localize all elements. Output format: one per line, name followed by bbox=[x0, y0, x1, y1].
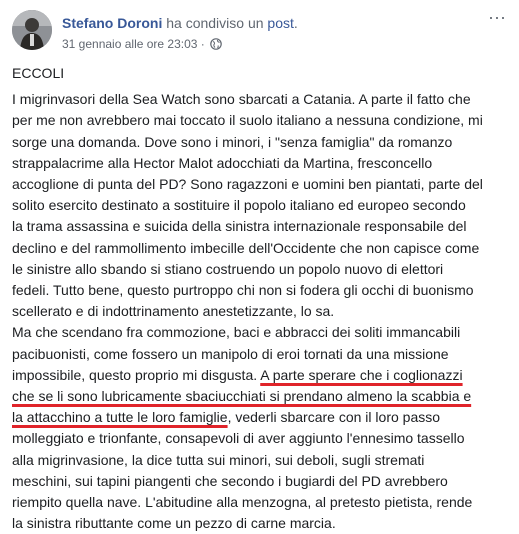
meta-separator: · bbox=[200, 37, 205, 51]
post-header: Stefano Doroni ha condiviso un post. bbox=[62, 14, 298, 32]
body-line: la attacchino a tutte le loro famiglie, … bbox=[12, 407, 517, 428]
facebook-post: Stefano Doroni ha condiviso un post. 31 … bbox=[0, 0, 519, 531]
highlighted-text: A parte sperare che i coglionazzi bbox=[260, 366, 463, 383]
body-line: pacibuonisti, come fossero un manipolo d… bbox=[12, 345, 449, 362]
body-line: fedeli. Tutto bene, questo purtroppo chi… bbox=[12, 282, 474, 299]
post-body: ECCOLI I migrinvasori della Sea Watch so… bbox=[12, 63, 517, 534]
post-meta: 31 gennaio alle ore 23:03 · bbox=[62, 36, 222, 54]
body-line: che se li sono lubricamente sbaciucchiat… bbox=[12, 386, 517, 407]
body-line: le sinistre allo sbando si stiano costru… bbox=[12, 260, 444, 277]
body-line: per me non avrebbero mai toccato il suol… bbox=[12, 112, 483, 129]
body-line: declino e del rammollimento imbecille de… bbox=[12, 239, 480, 256]
highlighted-text: la attacchino a tutte le loro famiglie bbox=[12, 409, 228, 426]
globe-icon[interactable] bbox=[210, 38, 222, 54]
post-timestamp[interactable]: 31 gennaio alle ore 23:03 bbox=[62, 37, 197, 51]
more-options-icon[interactable]: ··· bbox=[485, 8, 509, 30]
body-line: I migrinvasori della Sea Watch sono sbar… bbox=[12, 91, 471, 108]
paragraph-1: I migrinvasori della Sea Watch sono sbar… bbox=[12, 89, 517, 322]
body-line: sorge una domanda. Dove sono i minori, i… bbox=[12, 133, 453, 150]
body-text: impossibile, questo proprio mi disgusta. bbox=[12, 366, 261, 383]
body-line: meschini, sui tapini piangenti che secon… bbox=[12, 472, 448, 489]
body-line: alla migrinvasione, la dice tutta sui mi… bbox=[12, 451, 425, 468]
body-text: , vederli sbarcare con il loro passo bbox=[227, 409, 441, 426]
body-line: la trama assassina e suicida della sinis… bbox=[12, 218, 467, 235]
paragraph-2-rest: molleggiato e trionfante, consapevoli di… bbox=[12, 428, 517, 534]
post-heading: ECCOLI bbox=[12, 65, 65, 81]
body-line: molleggiato e trionfante, consapevoli di… bbox=[12, 430, 465, 447]
body-line: solito esercito destinato a sostituire i… bbox=[12, 197, 466, 214]
body-line: Ma che scendano fra commozione, baci e a… bbox=[12, 324, 461, 341]
highlighted-text: che se li sono lubricamente sbaciucchiat… bbox=[12, 388, 472, 405]
body-line: strappalacrime alla Hector Malot adocchi… bbox=[12, 154, 433, 171]
action-period: . bbox=[293, 15, 298, 31]
body-line: la sinistra ributtante come un pezzo di … bbox=[12, 515, 336, 532]
body-line: riempito quella nave. L'abitudine alla m… bbox=[12, 494, 473, 511]
body-line: accoglione di punta del PD? Sono ragazzo… bbox=[12, 176, 483, 193]
body-line: impossibile, questo proprio mi disgusta.… bbox=[12, 365, 517, 386]
author-name[interactable]: Stefano Doroni bbox=[62, 15, 162, 31]
action-text: ha condiviso un bbox=[166, 15, 264, 31]
body-line: scellerato e di indottrinamento anesteti… bbox=[12, 303, 335, 320]
author-avatar[interactable] bbox=[12, 10, 52, 50]
shared-post-link[interactable]: post bbox=[267, 15, 293, 31]
